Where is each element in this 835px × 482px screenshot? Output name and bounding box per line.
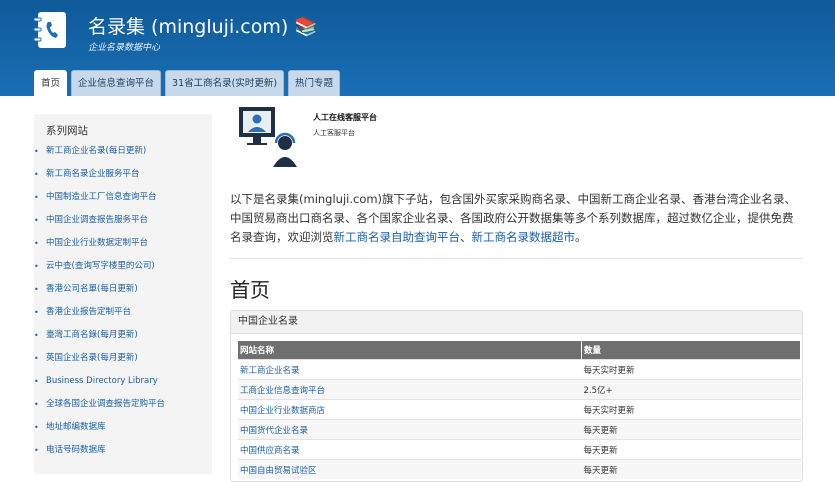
site-header: 名录集 (mingluji.com) 📚 企业名录数据中心 首页 企业信息查询平… bbox=[0, 0, 835, 96]
table-row: 中国货代企业名录 每天更新 bbox=[238, 419, 801, 440]
sidebar-item[interactable]: 中国制造业工厂信息查询平台 bbox=[34, 186, 165, 209]
quantity-cell: 每天更新 bbox=[581, 439, 801, 460]
table-row: 工商企业信息查询平台 2.5亿+ bbox=[238, 379, 801, 400]
table-row: 中国自由贸易试验区 每天更新 bbox=[238, 459, 801, 479]
site-name-cell[interactable]: 中国企业行业数据商店 bbox=[238, 399, 582, 420]
intro-end: 。 bbox=[575, 230, 587, 244]
sidebar-item[interactable]: 地址邮编数据库 bbox=[34, 416, 165, 439]
table-row: 中国供应商名录 每天更新 bbox=[238, 439, 801, 460]
table-row: 中国企业行业数据商店 每天实时更新 bbox=[238, 399, 801, 420]
tab-provincial-directory[interactable]: 31省工商名录(实时更新) bbox=[165, 70, 285, 96]
sidebar-item[interactable]: 香港公司名單(每日更新) bbox=[34, 278, 165, 301]
site-name-cell[interactable]: 中国自由贸易试验区 bbox=[238, 459, 582, 479]
sidebar-item[interactable]: 云中查(查询写字楼里的公司) bbox=[34, 255, 165, 278]
intro-separator: 、 bbox=[460, 230, 472, 244]
site-name-cell[interactable]: 中国货代企业名录 bbox=[238, 419, 582, 440]
support-agent-icon[interactable] bbox=[237, 105, 299, 169]
divider bbox=[230, 258, 802, 259]
quantity-cell: 每天实时更新 bbox=[581, 359, 801, 380]
sidebar-item[interactable]: 臺灣工商名錄(每月更新) bbox=[34, 324, 165, 347]
sidebar-item[interactable]: 电话号码数据库 bbox=[34, 439, 165, 462]
sidebar-title: 系列网站 bbox=[46, 125, 88, 137]
site-name-cell[interactable]: 中国供应商名录 bbox=[238, 439, 582, 460]
quantity-cell: 每天实时更新 bbox=[581, 399, 801, 420]
sidebar-item[interactable]: 中国企业调查报告服务平台 bbox=[34, 209, 165, 232]
tab-home[interactable]: 首页 bbox=[34, 70, 68, 96]
site-name-cell[interactable]: 工商企业信息查询平台 bbox=[238, 379, 582, 400]
column-header-site-name: 网站名称 bbox=[238, 341, 582, 360]
site-name-cell[interactable]: 新工商企业名录 bbox=[238, 359, 582, 380]
main-nav: 首页 企业信息查询平台 31省工商名录(实时更新) 热门专题 bbox=[34, 70, 341, 96]
address-book-icon[interactable] bbox=[32, 10, 68, 50]
tab-hot-topics[interactable]: 热门专题 bbox=[288, 70, 341, 96]
sidebar-item[interactable]: 中国企业行业数据定制平台 bbox=[34, 232, 165, 255]
intro-paragraph: 以下是名录集(mingluji.com)旗下子站，包含国外买家采购商名录、中国新… bbox=[230, 190, 800, 247]
sidebar-item[interactable]: 全球各国企业调查报告定购平台 bbox=[34, 393, 165, 416]
support-subtitle: 人工客服平台 bbox=[313, 129, 355, 137]
column-header-quantity: 数量 bbox=[581, 341, 801, 360]
table-header-row: 网站名称 数量 bbox=[238, 341, 801, 360]
support-title[interactable]: 人工在线客服平台 bbox=[313, 112, 377, 123]
sidebar-item[interactable]: 英国企业名录(每月更新) bbox=[34, 347, 165, 370]
self-query-link[interactable]: 新工商名录自助查询平台 bbox=[334, 230, 461, 244]
sidebar-item[interactable]: Business Directory Library bbox=[34, 370, 165, 393]
sidebar: 系列网站 新工商企业名录(每日更新) 新工商名录企业服务平台 中国制造业工厂信息… bbox=[34, 114, 212, 474]
quantity-cell: 每天更新 bbox=[581, 419, 801, 440]
sidebar-list: 新工商企业名录(每日更新) 新工商名录企业服务平台 中国制造业工厂信息查询平台 … bbox=[34, 140, 165, 462]
sidebar-item[interactable]: 新工商企业名录(每日更新) bbox=[34, 140, 165, 163]
directory-table: 网站名称 数量 新工商企业名录 每天实时更新 工商企业信息查询平台 2.5亿+ … bbox=[238, 341, 801, 479]
quantity-cell: 2.5亿+ bbox=[581, 379, 801, 400]
page-title: 首页 bbox=[230, 278, 270, 302]
site-subtitle: 企业名录数据中心 bbox=[88, 43, 161, 53]
table-row: 新工商企业名录 每天实时更新 bbox=[238, 359, 801, 380]
panel-title: 中国企业名录 bbox=[231, 311, 802, 334]
data-market-link[interactable]: 新工商名录数据超市 bbox=[472, 230, 576, 244]
sidebar-item[interactable]: 新工商名录企业服务平台 bbox=[34, 163, 165, 186]
sidebar-item[interactable]: 香港企业报告定制平台 bbox=[34, 301, 165, 324]
site-title[interactable]: 名录集 (mingluji.com) 📚 bbox=[88, 12, 318, 39]
tab-company-query[interactable]: 企业信息查询平台 bbox=[71, 70, 162, 96]
quantity-cell: 每天更新 bbox=[581, 459, 801, 479]
directory-panel: 中国企业名录 网站名称 数量 新工商企业名录 每天实时更新 工商企业信息查询平台… bbox=[230, 310, 803, 482]
